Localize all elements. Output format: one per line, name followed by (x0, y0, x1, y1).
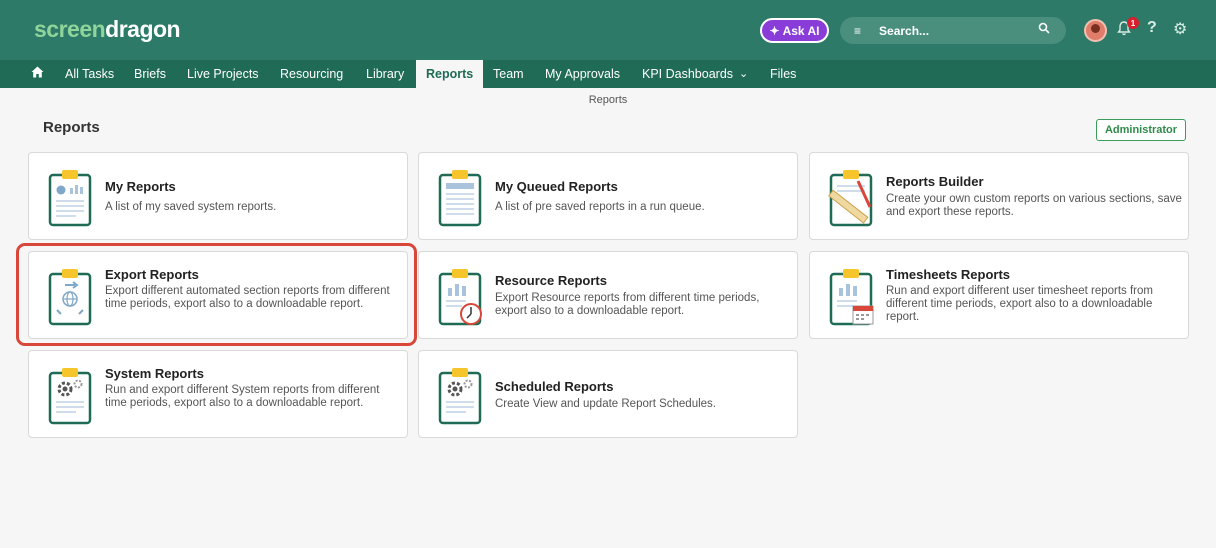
chevron-down-icon[interactable]: ⌄ (739, 60, 748, 88)
search-icon[interactable] (1038, 22, 1050, 37)
card-description: Export Resource reports from different t… (495, 292, 760, 317)
reports-builder-icon (828, 167, 874, 227)
breadcrumb: Reports (588, 94, 628, 106)
help-icon[interactable]: ? (1147, 19, 1157, 37)
top-bar: screendragon ✦ Ask AI ≡ Search... 1 ? ⚙ (0, 0, 1216, 60)
my-reports-icon (47, 167, 93, 227)
card-description: A list of my saved system reports. (105, 201, 277, 213)
nav-resourcing[interactable]: Resourcing (280, 60, 343, 88)
report-card-scheduled-reports[interactable]: Scheduled Reports Create View and update… (418, 350, 798, 438)
report-card-system-reports[interactable]: System Reports Run and export different … (28, 350, 408, 438)
card-title: System Reports (105, 366, 204, 381)
system-reports-icon (47, 365, 93, 425)
nav-kpi-dashboards[interactable]: KPI Dashboards (642, 60, 733, 88)
card-title: My Reports (105, 179, 176, 194)
nav-my-approvals[interactable]: My Approvals (545, 60, 620, 88)
card-description: A list of pre saved reports in a run que… (495, 201, 705, 213)
card-title: My Queued Reports (495, 179, 618, 194)
report-card-timesheets-reports[interactable]: Timesheets Reports Run and export differ… (809, 251, 1189, 339)
nav-live-projects[interactable]: Live Projects (187, 60, 259, 88)
report-card-my-queued-reports[interactable]: My Queued Reports A list of pre saved re… (418, 152, 798, 240)
gear-icon[interactable]: ⚙ (1173, 19, 1187, 39)
timesheets-reports-icon (828, 266, 874, 326)
home-icon[interactable] (31, 66, 44, 81)
queued-reports-icon (437, 167, 483, 227)
scheduled-reports-icon (437, 365, 483, 425)
report-card-reports-builder[interactable]: Reports Builder Create your own custom r… (809, 152, 1189, 240)
sparkle-icon: ✦ (769, 23, 780, 38)
ask-ai-button[interactable]: ✦ Ask AI (760, 18, 829, 43)
card-title: Reports Builder (886, 174, 984, 189)
notification-badge: 1 (1127, 17, 1139, 29)
logo-text-screen: screen (34, 16, 106, 42)
nav-reports[interactable]: Reports (416, 60, 484, 88)
search-input[interactable]: Search... (879, 24, 929, 38)
card-title: Scheduled Reports (495, 379, 614, 394)
app-logo[interactable]: screendragon (34, 16, 181, 43)
card-title: Resource Reports (495, 273, 607, 288)
card-description: Create View and update Report Schedules. (495, 398, 716, 410)
nav-files[interactable]: Files (770, 60, 796, 88)
nav-team[interactable]: Team (493, 60, 524, 88)
user-avatar[interactable] (1084, 19, 1107, 42)
selection-highlight (16, 243, 417, 346)
report-card-resource-reports[interactable]: Resource Reports Export Resource reports… (418, 251, 798, 339)
card-description: Run and export different user timesheet … (886, 285, 1153, 323)
report-card-my-reports[interactable]: My Reports A list of my saved system rep… (28, 152, 408, 240)
nav-library[interactable]: Library (366, 60, 404, 88)
card-description: Create your own custom reports on variou… (886, 193, 1182, 218)
card-description: Run and export different System reports … (105, 384, 380, 409)
main-nav: All Tasks Briefs Live Projects Resourcin… (0, 60, 1216, 88)
ask-ai-label: Ask AI (782, 23, 820, 38)
global-search[interactable]: ≡ Search... (840, 17, 1066, 44)
administrator-button[interactable]: Administrator (1096, 119, 1186, 141)
hamburger-menu-icon[interactable]: ≡ (854, 24, 861, 38)
card-title: Timesheets Reports (886, 267, 1011, 282)
logo-text-dragon: dragon (105, 16, 181, 42)
nav-all-tasks[interactable]: All Tasks (65, 60, 114, 88)
resource-reports-icon (437, 266, 483, 326)
nav-briefs[interactable]: Briefs (134, 60, 166, 88)
page-title: Reports (43, 119, 100, 136)
